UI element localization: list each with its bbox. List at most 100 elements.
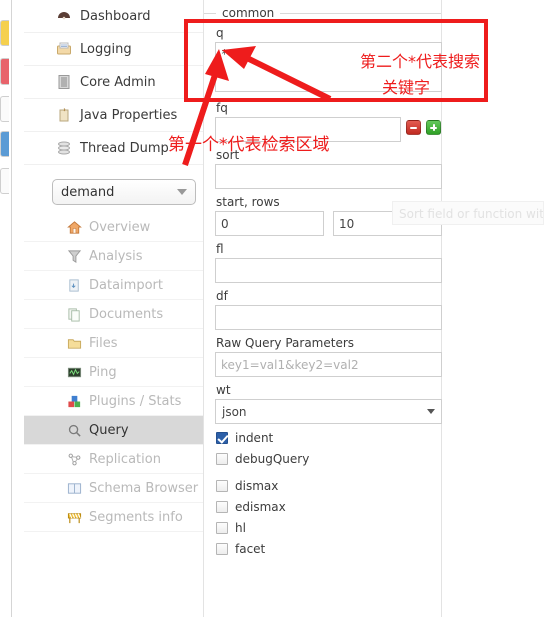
checkbox-facet-label: facet (235, 542, 266, 556)
df-input[interactable] (215, 305, 442, 330)
sidebar-item-documents[interactable]: Documents (24, 300, 203, 329)
common-fieldset-legend: common (204, 0, 441, 20)
annotation-text-line1: 第二个*代表搜索 (360, 52, 481, 71)
checkbox-debugquery-box[interactable] (216, 453, 228, 465)
checkbox-hl-label: hl (235, 521, 246, 535)
sidebar-item-files[interactable]: Files (24, 329, 203, 358)
checkbox-dismax[interactable]: dismax (216, 479, 441, 493)
checkbox-dismax-label: dismax (235, 479, 279, 493)
collection-select[interactable]: demand (52, 179, 196, 205)
checkbox-edismax-box[interactable] (216, 501, 228, 513)
checkbox-indent[interactable]: indent (216, 431, 441, 445)
legend-rule-left (204, 12, 216, 14)
overview-icon (66, 219, 82, 235)
annotation-text-line3: 第一个*代表检索区域 (168, 135, 330, 155)
collection-selector-wrap: demand (52, 179, 203, 205)
sidebar-label: Overview (89, 219, 151, 235)
chevron-down-icon (177, 189, 187, 195)
sidebar-item-dashboard[interactable]: Dashboard (24, 0, 203, 33)
sidebar-label: Analysis (89, 248, 143, 264)
sidebar-label: Replication (89, 451, 161, 467)
replication-icon (66, 451, 82, 467)
checkbox-edismax-label: edismax (235, 500, 286, 514)
core-admin-icon (55, 74, 72, 91)
browser-tab-white2[interactable] (0, 168, 9, 194)
wt-label: wt (216, 383, 231, 397)
sidebar-item-core-admin[interactable]: Core Admin (24, 66, 203, 99)
sidebar-item-analysis[interactable]: Analysis (24, 242, 203, 271)
wt-select[interactable]: json (215, 399, 442, 424)
checkbox-dismax-box[interactable] (216, 480, 228, 492)
collection-select-value: demand (61, 184, 115, 200)
sidebar-item-schema-browser[interactable]: Schema Browser (24, 474, 203, 503)
checkbox-facet[interactable]: facet (216, 542, 441, 556)
documents-icon (66, 306, 82, 322)
chevron-down-icon (427, 409, 435, 414)
field-raw-query-parameters: Raw Query Parameters (204, 336, 442, 377)
checkbox-debugquery[interactable]: debugQuery (216, 452, 441, 466)
plugins-stats-icon (66, 393, 82, 409)
fq-label: fq (216, 101, 228, 115)
thread-dump-icon (55, 140, 72, 157)
sidebar-item-replication[interactable]: Replication (24, 445, 203, 474)
sidebar-label: Java Properties (80, 107, 178, 123)
annotation-text-line2: 关键字 (382, 78, 431, 97)
sidebar-item-overview[interactable]: Overview (24, 213, 203, 242)
field-wt: wt json (204, 383, 442, 424)
sort-input[interactable] (215, 164, 442, 189)
sidebar-label: Files (89, 335, 118, 351)
raw-query-parameters-input[interactable] (215, 352, 442, 377)
start-input[interactable] (215, 211, 324, 236)
sidebar: Dashboard Logging Core Admin Java Proper… (24, 0, 203, 617)
schema-browser-icon (66, 480, 82, 496)
logging-icon (55, 41, 72, 58)
segments-info-icon (66, 509, 82, 525)
checkbox-hl-box[interactable] (216, 522, 228, 534)
sidebar-label: Plugins / Stats (89, 393, 182, 409)
java-properties-icon (55, 107, 72, 124)
field-df: df (204, 289, 442, 330)
checkbox-hl[interactable]: hl (216, 521, 441, 535)
sort-field-tooltip: Sort field or function with (392, 201, 544, 225)
ping-icon (66, 364, 82, 380)
fq-remove-button[interactable] (406, 120, 421, 135)
q-label: q (216, 26, 224, 40)
dashboard-icon (55, 8, 72, 25)
df-label: df (216, 289, 228, 303)
sidebar-label: Ping (89, 364, 117, 380)
sidebar-label: Schema Browser (89, 480, 199, 496)
analysis-icon (66, 248, 82, 264)
sidebar-label: Thread Dump (80, 140, 169, 156)
browser-tab-blue[interactable] (0, 131, 9, 157)
sidebar-label: Segments info (89, 509, 183, 525)
checkbox-indent-box[interactable] (216, 432, 228, 444)
checkbox-debugquery-label: debugQuery (235, 452, 310, 466)
sidebar-item-plugins-stats[interactable]: Plugins / Stats (24, 387, 203, 416)
sidebar-label: Core Admin (80, 74, 156, 90)
sidebar-item-java-properties[interactable]: Java Properties (24, 99, 203, 132)
sidebar-label: Dashboard (80, 8, 151, 24)
browser-tab-strip (0, 0, 11, 617)
sidebar-item-dataimport[interactable]: Dataimport (24, 271, 203, 300)
fl-input[interactable] (215, 258, 442, 283)
wt-select-value: json (222, 404, 247, 419)
query-icon (66, 422, 82, 438)
sidebar-label: Documents (89, 306, 164, 322)
raw-query-parameters-label: Raw Query Parameters (216, 336, 355, 350)
sidebar-item-logging[interactable]: Logging (24, 33, 203, 66)
sidebar-item-query[interactable]: Query (24, 416, 203, 445)
files-icon (66, 335, 82, 351)
checkbox-facet-box[interactable] (216, 543, 228, 555)
sidebar-core-list: Overview Analysis Dataimport Documents F… (24, 213, 203, 532)
browser-tab-yellow[interactable] (0, 20, 9, 46)
right-empty-area (443, 0, 545, 617)
sidebar-item-segments-info[interactable]: Segments info (24, 503, 203, 532)
browser-tab-white[interactable] (0, 96, 9, 122)
fq-add-button[interactable] (426, 120, 441, 135)
dataimport-icon (66, 277, 82, 293)
browser-tab-red[interactable] (0, 58, 9, 85)
sidebar-item-ping[interactable]: Ping (24, 358, 203, 387)
checkbox-edismax[interactable]: edismax (216, 500, 441, 514)
solr-admin-page: Dashboard Logging Core Admin Java Proper… (11, 0, 545, 617)
sidebar-label: Dataimport (89, 277, 163, 293)
